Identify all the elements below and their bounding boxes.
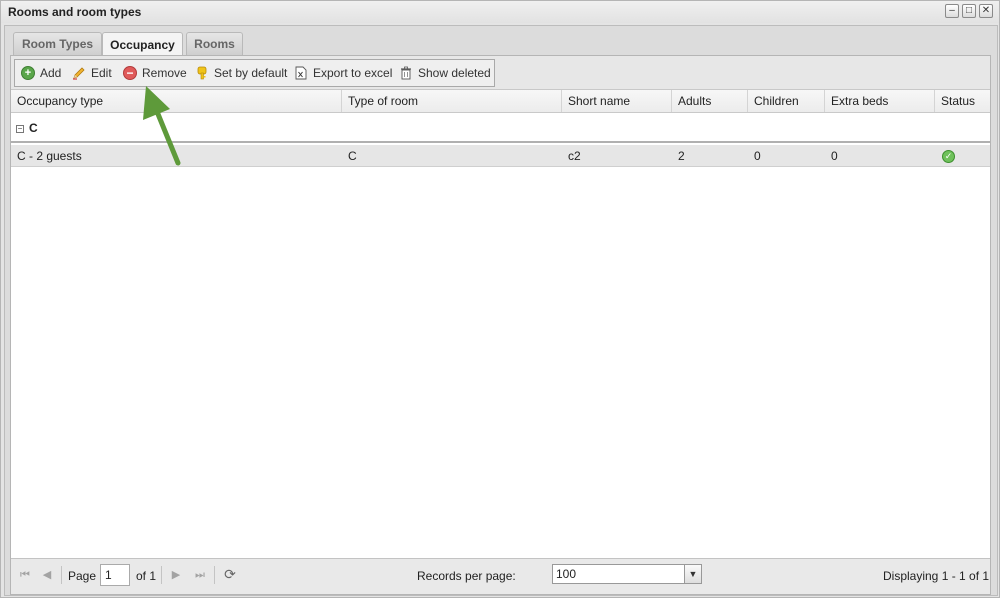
maximize-button[interactable]: □ bbox=[962, 4, 976, 18]
window-title: Rooms and room types bbox=[8, 5, 142, 19]
column-header-children[interactable]: Children bbox=[748, 90, 825, 112]
records-per-page-label: Records per page: bbox=[417, 569, 516, 583]
trash-icon bbox=[399, 66, 413, 80]
window-titlebar[interactable]: Rooms and room types – □ ✕ bbox=[1, 1, 999, 23]
export-excel-label: Export to excel bbox=[313, 66, 393, 80]
toolbar-button-group: + Add Edit − Remove Set by default Expor… bbox=[14, 59, 495, 87]
cell-adults: 2 bbox=[678, 149, 685, 163]
pencil-icon bbox=[72, 66, 86, 80]
page-number-input[interactable] bbox=[100, 564, 130, 586]
occupancy-content: + Add Edit − Remove Set by default Expor… bbox=[10, 55, 991, 595]
column-header-status[interactable]: Status bbox=[935, 90, 990, 112]
grid-header: Occupancy type Type of room Short name A… bbox=[11, 90, 990, 113]
tab-room-types[interactable]: Room Types bbox=[13, 32, 102, 55]
show-deleted-button[interactable]: Show deleted bbox=[399, 60, 491, 86]
minimize-button[interactable]: – bbox=[945, 4, 959, 18]
rooms-window: Rooms and room types – □ ✕ Room Types Oc… bbox=[0, 0, 1000, 598]
pager-separator bbox=[214, 566, 215, 584]
cell-children: 0 bbox=[754, 149, 761, 163]
group-row[interactable]: − C bbox=[11, 113, 990, 143]
remove-icon: − bbox=[123, 66, 137, 80]
edit-button[interactable]: Edit bbox=[72, 60, 112, 86]
tab-rooms[interactable]: Rooms bbox=[186, 32, 243, 55]
cell-extra-beds: 0 bbox=[831, 149, 838, 163]
excel-icon bbox=[294, 66, 308, 80]
add-label: Add bbox=[40, 66, 62, 80]
prev-page-icon[interactable]: ◀ bbox=[39, 567, 55, 583]
page-label: Page bbox=[68, 569, 97, 583]
tab-strip: Room Types Occupancy Rooms bbox=[5, 26, 997, 56]
column-header-adults[interactable]: Adults bbox=[672, 90, 748, 112]
paging-toolbar: ⏮ ◀ Page of 1 ▶ ⏭ ⟳ Records per page: 10… bbox=[11, 558, 990, 594]
collapse-icon[interactable]: − bbox=[16, 125, 24, 133]
last-page-icon[interactable]: ⏭ bbox=[192, 567, 208, 583]
maximize-icon: □ bbox=[965, 5, 973, 16]
edit-label: Edit bbox=[91, 66, 112, 80]
chevron-down-icon[interactable]: ▼ bbox=[684, 565, 701, 583]
next-page-icon[interactable]: ▶ bbox=[168, 567, 184, 583]
refresh-icon[interactable]: ⟳ bbox=[222, 566, 238, 582]
toolbar: + Add Edit − Remove Set by default Expor… bbox=[11, 56, 990, 90]
status-active-icon: ✓ bbox=[942, 150, 955, 163]
add-icon: + bbox=[21, 66, 35, 80]
pager-separator bbox=[161, 566, 162, 584]
export-excel-button[interactable]: Export to excel bbox=[294, 60, 392, 86]
column-header-type-of-room[interactable]: Type of room bbox=[342, 90, 562, 112]
table-row[interactable]: C - 2 guests C c2 2 0 0 ✓ bbox=[11, 145, 990, 167]
main-panel: Room Types Occupancy Rooms + Add Edit − … bbox=[4, 25, 998, 596]
pager-separator bbox=[61, 566, 62, 584]
column-header-extra-beds[interactable]: Extra beds bbox=[825, 90, 935, 112]
show-deleted-label: Show deleted bbox=[418, 66, 491, 80]
remove-label: Remove bbox=[142, 66, 187, 80]
set-default-label: Set by default bbox=[214, 66, 288, 80]
minimize-icon: – bbox=[949, 5, 955, 16]
key-icon bbox=[195, 66, 209, 80]
column-header-occupancy-type[interactable]: Occupancy type bbox=[11, 90, 342, 112]
remove-button[interactable]: − Remove bbox=[123, 60, 187, 86]
close-button[interactable]: ✕ bbox=[979, 4, 993, 18]
cell-short-name: c2 bbox=[568, 149, 581, 163]
set-default-button[interactable]: Set by default bbox=[195, 60, 287, 86]
add-button[interactable]: + Add bbox=[21, 60, 61, 86]
close-icon: ✕ bbox=[981, 5, 991, 16]
tab-occupancy[interactable]: Occupancy bbox=[102, 32, 183, 56]
page-count-label: of 1 bbox=[136, 569, 157, 583]
displaying-info: Displaying 1 - 1 of 1 bbox=[883, 569, 990, 583]
cell-occupancy-type: C - 2 guests bbox=[17, 149, 82, 163]
cell-type-of-room: C bbox=[348, 149, 357, 163]
first-page-icon[interactable]: ⏮ bbox=[17, 567, 33, 583]
records-per-page-select[interactable]: 100 ▼ bbox=[552, 564, 702, 584]
group-label: C bbox=[29, 121, 38, 135]
records-per-page-value: 100 bbox=[556, 567, 577, 581]
column-header-short-name[interactable]: Short name bbox=[562, 90, 672, 112]
